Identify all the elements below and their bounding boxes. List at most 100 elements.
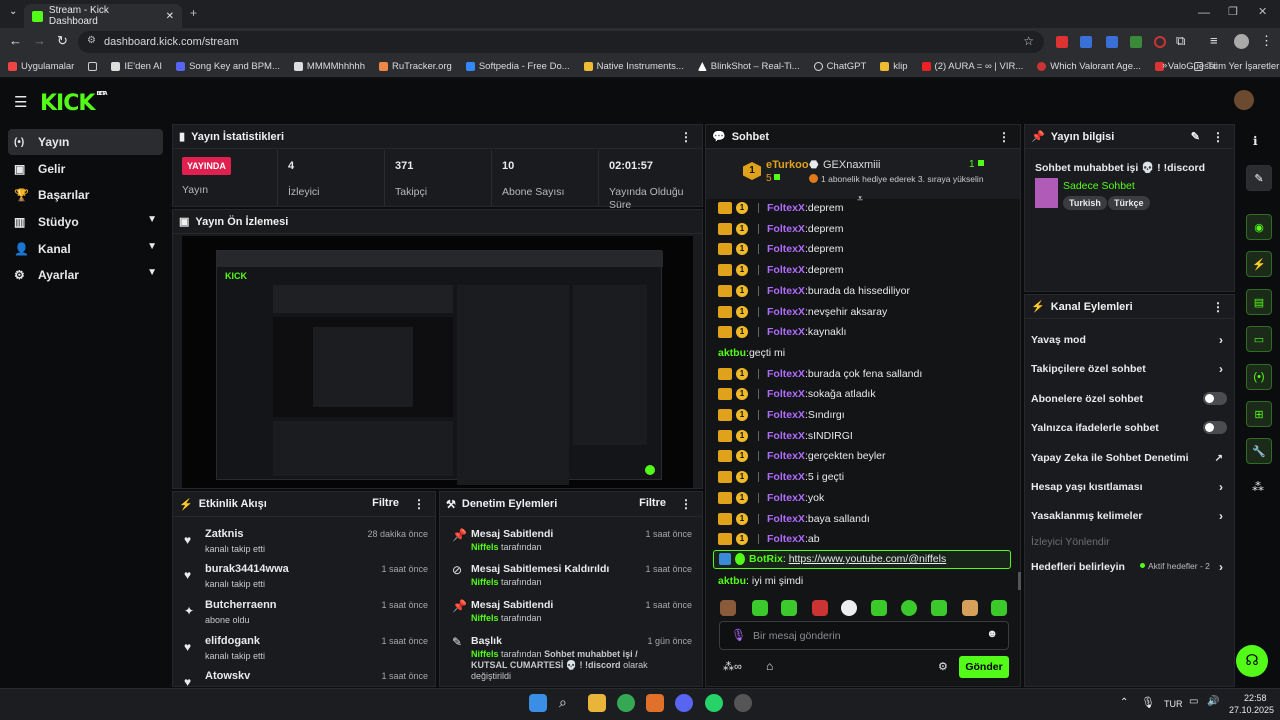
- community-icon[interactable]: ⁂: [1252, 480, 1264, 494]
- camera-rail-button[interactable]: ◉: [1246, 214, 1272, 240]
- bookmark-item[interactable]: BlinkShot – Real-Ti...: [697, 61, 800, 72]
- tag-chip[interactable]: Turkish: [1063, 196, 1107, 210]
- more-options-icon[interactable]: ⋮: [1212, 300, 1224, 314]
- emote-icon[interactable]: [752, 600, 768, 616]
- account-age-action[interactable]: Hesap yaşı kısıtlaması ›: [1031, 478, 1227, 496]
- bookmark-item[interactable]: [88, 62, 98, 71]
- hamburger-menu-icon[interactable]: ☰: [14, 93, 27, 111]
- sidebar-item-settings[interactable]: ⚙ Ayarlar ▼: [8, 262, 163, 288]
- chat-username[interactable]: FoltexX: [767, 202, 805, 214]
- search-icon[interactable]: ⌕: [559, 694, 567, 711]
- chat-username[interactable]: FoltexX: [767, 492, 805, 504]
- emote-icon[interactable]: [720, 600, 736, 616]
- chat-username[interactable]: FoltexX: [767, 388, 805, 400]
- more-options-icon[interactable]: ⋮: [998, 130, 1010, 144]
- emote-icon[interactable]: [901, 600, 917, 616]
- more-bookmarks-icon[interactable]: »: [1162, 60, 1167, 71]
- network-icon[interactable]: ▭: [1189, 696, 1198, 707]
- emote-icon[interactable]: [962, 600, 978, 616]
- bookmark-item[interactable]: Native Instruments...: [583, 61, 684, 72]
- filter-button[interactable]: Filtre: [639, 497, 666, 509]
- chat-username[interactable]: FoltexX: [767, 450, 805, 462]
- cheer-icon[interactable]: ⁂∞: [723, 660, 742, 673]
- chat-username[interactable]: FoltexX: [767, 243, 805, 255]
- goals-action[interactable]: Hedefleri belirleyin Aktif hedefler - 2 ›: [1031, 558, 1227, 576]
- restore-icon[interactable]: ❐: [1228, 5, 1238, 18]
- store-icon[interactable]: ⌂: [766, 659, 773, 673]
- info-icon[interactable]: ℹ: [1253, 134, 1258, 148]
- back-icon[interactable]: ←: [9, 33, 22, 48]
- followers-only-action[interactable]: Takipçilere özel sohbet ›: [1031, 360, 1227, 378]
- bookmark-item[interactable]: klip: [880, 61, 908, 72]
- all-bookmarks[interactable]: Tüm Yer İşaretleri: [1194, 61, 1280, 72]
- window-close-icon[interactable]: ✕: [1258, 5, 1267, 18]
- bookmark-star-icon[interactable]: ☆: [1023, 34, 1034, 48]
- chat-username[interactable]: FoltexX: [767, 326, 805, 338]
- bookmark-item[interactable]: IE'den AI: [111, 61, 162, 72]
- chat-rail-button[interactable]: ▭: [1246, 326, 1272, 352]
- toggle-switch[interactable]: [1203, 392, 1227, 405]
- emote-icon[interactable]: [812, 600, 828, 616]
- gifter-name[interactable]: GEXnaxmiii: [823, 159, 880, 171]
- chat-username[interactable]: aktbu: [718, 347, 746, 359]
- category-thumbnail[interactable]: [1035, 178, 1058, 208]
- emoji-icon[interactable]: ☻: [986, 628, 998, 640]
- reload-icon[interactable]: ↻: [57, 33, 68, 49]
- bookmark-item[interactable]: Which Valorant Age...: [1037, 61, 1141, 72]
- bookmark-item[interactable]: (2) AURA = ∞ | VIR...: [921, 61, 1023, 72]
- banned-words-action[interactable]: Yasaklanmış kelimeler ›: [1031, 507, 1227, 525]
- microphone-tray-icon[interactable]: 🎙: [1141, 696, 1155, 709]
- site-info-icon[interactable]: ⚙: [87, 35, 96, 46]
- chat-username[interactable]: FoltexX: [767, 223, 805, 235]
- chat-username[interactable]: FoltexX: [767, 471, 805, 483]
- kick-logo[interactable]: KICK BETA: [40, 91, 108, 116]
- sidebar-item-revenue[interactable]: ▣ Gelir: [8, 156, 163, 182]
- bookmark-item[interactable]: ChatGPT: [813, 61, 866, 72]
- volume-icon[interactable]: 🔊: [1207, 696, 1219, 707]
- language-indicator[interactable]: TUR: [1164, 699, 1183, 709]
- download-extension-icon[interactable]: [1130, 36, 1142, 48]
- brave-icon[interactable]: [646, 694, 664, 712]
- bookmark-item[interactable]: MMMMhhhhh: [293, 61, 365, 72]
- tab-list-icon[interactable]: ⌄: [9, 6, 17, 17]
- more-options-icon[interactable]: ⋮: [413, 497, 425, 511]
- slow-mode-action[interactable]: Yavaş mod ›: [1031, 331, 1227, 349]
- extension-icon[interactable]: [1056, 36, 1068, 48]
- emote-icon[interactable]: [841, 600, 857, 616]
- chat-username[interactable]: FoltexX: [767, 513, 805, 525]
- sidebar-item-stream[interactable]: (•) Yayın: [8, 129, 163, 155]
- emote-icon[interactable]: [991, 600, 1007, 616]
- app-icon[interactable]: [734, 694, 752, 712]
- more-options-icon[interactable]: ⋮: [680, 130, 692, 144]
- edit-pencil-icon[interactable]: ✎: [1191, 130, 1200, 143]
- emotes-only-toggle[interactable]: Yalnızca ifadelerle sohbet: [1031, 419, 1227, 437]
- lightning-rail-button[interactable]: ⚡: [1246, 251, 1272, 277]
- chat-username[interactable]: FoltexX: [767, 285, 805, 297]
- bookmark-item[interactable]: Song Key and BPM...: [176, 61, 280, 72]
- document-rail-button[interactable]: ▤: [1246, 289, 1272, 315]
- address-bar[interactable]: ⚙ dashboard.kick.com/stream ☆: [78, 31, 1044, 53]
- chat-username[interactable]: FoltexX: [767, 409, 805, 421]
- browser-menu-icon[interactable]: ⋮: [1260, 33, 1273, 49]
- chat-link[interactable]: https://www.youtube.com/@niffels: [789, 553, 947, 565]
- help-button[interactable]: ☊: [1236, 645, 1268, 677]
- bookmark-item[interactable]: RuTracker.org: [378, 61, 452, 72]
- chat-username[interactable]: FoltexX: [767, 533, 805, 545]
- clock-time[interactable]: 22:58: [1244, 693, 1267, 703]
- microphone-icon[interactable]: 🎙: [731, 628, 746, 642]
- category-name[interactable]: Sadece Sohbet: [1063, 180, 1135, 192]
- emote-icon[interactable]: [871, 600, 887, 616]
- broadcast-rail-button[interactable]: (•): [1246, 364, 1272, 390]
- chrome-icon[interactable]: [617, 694, 635, 712]
- edit-rail-button[interactable]: ✎: [1246, 165, 1272, 191]
- toggle-switch[interactable]: [1203, 421, 1227, 434]
- ai-moderation-action[interactable]: Yapay Zeka ile Sohbet Denetimi ↗: [1031, 449, 1227, 467]
- tag-chip[interactable]: Türkçe: [1108, 196, 1150, 210]
- filter-button[interactable]: Filtre: [372, 497, 399, 509]
- sidebar-item-achievements[interactable]: 🏆 Başarılar: [8, 182, 163, 208]
- chat-input[interactable]: 🎙 Bir mesaj gönderin ☻: [719, 621, 1009, 650]
- minimize-icon[interactable]: —: [1198, 5, 1210, 19]
- emote-icon[interactable]: [781, 600, 797, 616]
- emote-icon[interactable]: [931, 600, 947, 616]
- bookmark-item[interactable]: Uygulamalar: [8, 61, 74, 72]
